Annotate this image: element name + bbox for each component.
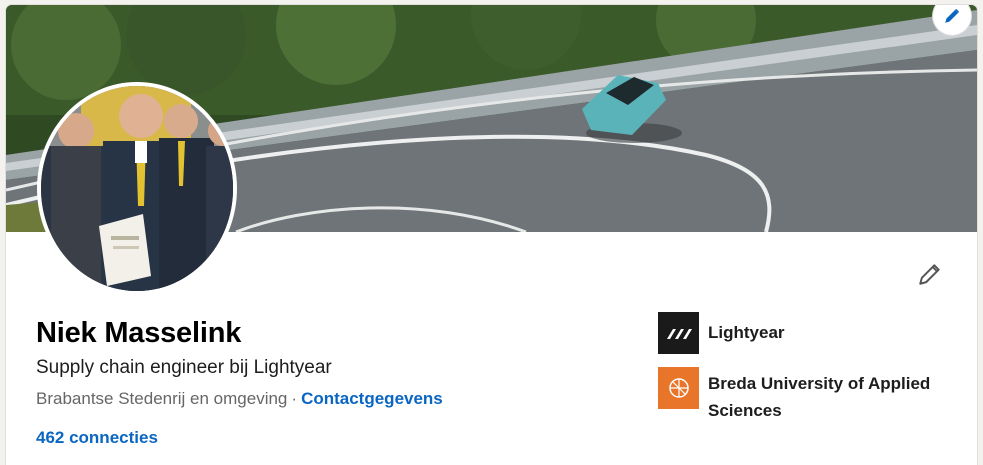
profile-headline: Supply chain engineer bij Lightyear	[36, 357, 332, 378]
pencil-icon	[919, 264, 940, 285]
education-buas[interactable]: Breda University of Applied Sciences	[658, 367, 948, 424]
buas-logo-icon	[658, 367, 699, 409]
school-name: Breda University of Applied Sciences	[708, 374, 931, 420]
current-company-lightyear[interactable]: Lightyear	[658, 312, 948, 354]
lightyear-logo-icon	[658, 312, 699, 354]
profile-name: Niek Masselink	[36, 317, 242, 349]
pencil-icon	[945, 8, 960, 23]
profile-photo[interactable]	[37, 82, 237, 295]
connections-link[interactable]: 462 connecties	[36, 428, 158, 448]
edit-profile-button[interactable]	[912, 256, 948, 292]
profile-card: Niek Masselink Supply chain engineer bij…	[6, 5, 977, 465]
location-line: Brabantse Stedenrij en omgeving · Contactg…	[36, 389, 443, 409]
location-text: Brabantse Stedenrij en omgeving	[36, 389, 288, 408]
contact-info-link[interactable]: Contactgegevens	[301, 389, 443, 408]
separator: ·	[291, 389, 298, 408]
company-name: Lightyear	[708, 323, 785, 342]
